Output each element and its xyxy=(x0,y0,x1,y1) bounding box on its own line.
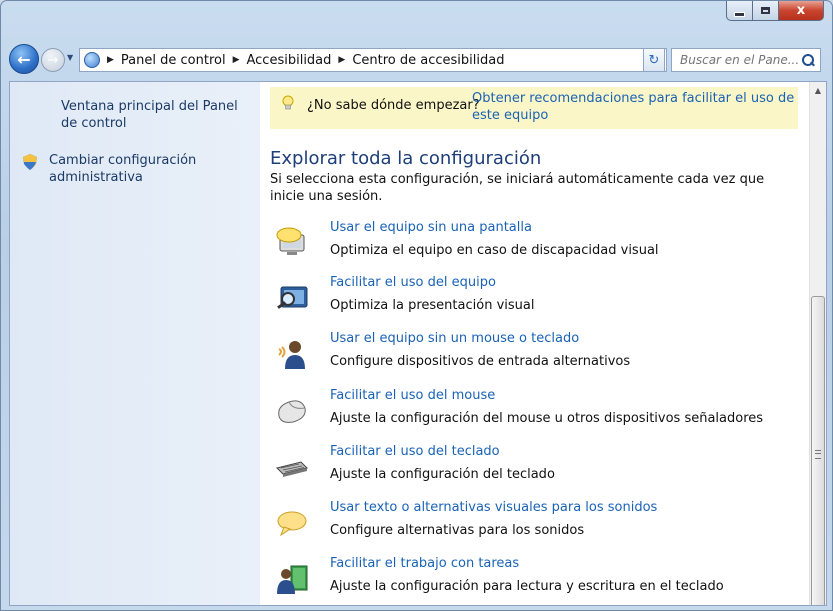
vertical-scrollbar[interactable]: ▲ xyxy=(809,82,826,605)
maximize-button[interactable] xyxy=(753,1,779,21)
sidebar-item-control-panel-home[interactable]: Ventana principal del Panel de control xyxy=(61,98,241,132)
tip-question: ¿No sabe dónde empezar? xyxy=(307,98,480,113)
scroll-up-icon[interactable]: ▲ xyxy=(810,84,826,98)
sidebar-item-change-admin-settings[interactable]: Cambiar configuración administrativa xyxy=(49,152,239,186)
caption-buttons: x xyxy=(726,1,824,21)
item-description: Ajuste la configuración para lectura y e… xyxy=(330,579,724,594)
refresh-button[interactable]: ↻ xyxy=(643,48,665,72)
maximize-icon xyxy=(761,7,770,14)
list-item: Facilitar el trabajo con tareas Ajuste l… xyxy=(260,556,800,605)
minimize-button[interactable] xyxy=(726,1,753,21)
list-item: Facilitar el uso del mouse Ajuste la con… xyxy=(260,388,800,438)
back-button[interactable]: ← xyxy=(9,44,39,74)
user-book-icon xyxy=(277,565,308,594)
breadcrumb-accessibility[interactable]: Accesibilidad xyxy=(247,53,332,68)
control-panel-window: x ← → ▼ ▶ Panel de control ▶ Accesibilid… xyxy=(0,0,833,611)
breadcrumb-arrow-icon[interactable]: ▶ xyxy=(107,55,114,65)
list-item: Usar el equipo sin una pantalla Optimiza… xyxy=(260,220,800,270)
tip-banner: ¿No sabe dónde empezar? Obtener recomend… xyxy=(270,87,798,129)
scrollbar-thumb[interactable] xyxy=(811,296,825,605)
item-link-sound-alternatives[interactable]: Usar texto o alternativas visuales para … xyxy=(330,500,657,515)
search-input[interactable] xyxy=(678,52,800,68)
shield-icon xyxy=(23,154,37,170)
keyboard-icon xyxy=(276,461,308,477)
section-title: Explorar toda la configuración xyxy=(270,148,542,169)
item-description: Ajuste la configuración del mouse u otro… xyxy=(330,411,764,426)
minimize-icon xyxy=(734,11,745,17)
sidebar: Ventana principal del Panel de control C… xyxy=(10,82,260,605)
breadcrumb-control-panel[interactable]: Panel de control xyxy=(121,53,226,68)
recent-pages-button[interactable]: ▼ xyxy=(67,53,73,62)
chevron-down-icon: ▼ xyxy=(67,53,74,62)
list-item: Facilitar el uso del equipo Optimiza la … xyxy=(260,275,800,325)
grip-icon xyxy=(815,450,821,459)
forward-arrow-icon: → xyxy=(47,52,59,68)
search-box[interactable] xyxy=(671,48,821,72)
close-button[interactable]: x xyxy=(779,1,824,21)
user-speaking-icon xyxy=(278,341,305,369)
item-link-keyboard[interactable]: Facilitar el uso del teclado xyxy=(330,444,500,459)
content-area: Ventana principal del Panel de control C… xyxy=(9,81,827,606)
item-description: Optimiza la presentación visual xyxy=(330,298,535,313)
item-description: Configure alternativas para los sonidos xyxy=(330,523,585,538)
list-item: Facilitar el uso del teclado Ajuste la c… xyxy=(260,444,800,494)
forward-button[interactable]: → xyxy=(41,48,65,72)
item-description: Optimiza el equipo en caso de discapacid… xyxy=(330,243,659,258)
close-icon: x xyxy=(796,3,806,18)
section-description: Si selecciona esta configuración, se ini… xyxy=(270,172,765,204)
list-item: Usar texto o alternativas visuales para … xyxy=(260,500,800,550)
navigation-bar: ← → ▼ ▶ Panel de control ▶ Accesibilidad… xyxy=(1,41,832,77)
item-link-no-mouse-keyboard[interactable]: Usar el equipo sin un mouse o teclado xyxy=(330,331,579,346)
magnifier-monitor-icon xyxy=(277,286,308,309)
item-link-no-display[interactable]: Usar el equipo sin una pantalla xyxy=(330,220,532,235)
breadcrumb-arrow-icon[interactable]: ▶ xyxy=(338,55,345,65)
control-panel-icon xyxy=(84,52,100,68)
item-description: Configure dispositivos de entrada altern… xyxy=(330,354,631,369)
back-arrow-icon: ← xyxy=(17,49,31,69)
item-link-mouse[interactable]: Facilitar el uso del mouse xyxy=(330,388,495,403)
main-panel: ¿No sabe dónde empezar? Obtener recomend… xyxy=(260,82,808,605)
item-description: Ajuste la configuración del teclado xyxy=(330,467,555,482)
item-link-easier-to-see[interactable]: Facilitar el uso del equipo xyxy=(330,275,496,290)
refresh-icon: ↻ xyxy=(648,52,660,68)
speech-monitor-icon xyxy=(276,227,305,255)
lightbulb-icon xyxy=(282,95,294,110)
breadcrumb-arrow-icon[interactable]: ▶ xyxy=(233,55,240,65)
breadcrumb-ease-of-access-center[interactable]: Centro de accesibilidad xyxy=(352,53,504,68)
speech-bubble-icon xyxy=(277,511,307,537)
list-item: Usar el equipo sin un mouse o teclado Co… xyxy=(260,331,800,381)
search-icon[interactable] xyxy=(802,54,814,66)
recommendations-link[interactable]: Obtener recomendaciones para facilitar e… xyxy=(472,90,802,124)
address-bar[interactable]: ▶ Panel de control ▶ Accesibilidad ▶ Cen… xyxy=(79,48,667,72)
item-link-focus-on-tasks[interactable]: Facilitar el trabajo con tareas xyxy=(330,556,519,571)
mouse-icon xyxy=(278,400,306,423)
